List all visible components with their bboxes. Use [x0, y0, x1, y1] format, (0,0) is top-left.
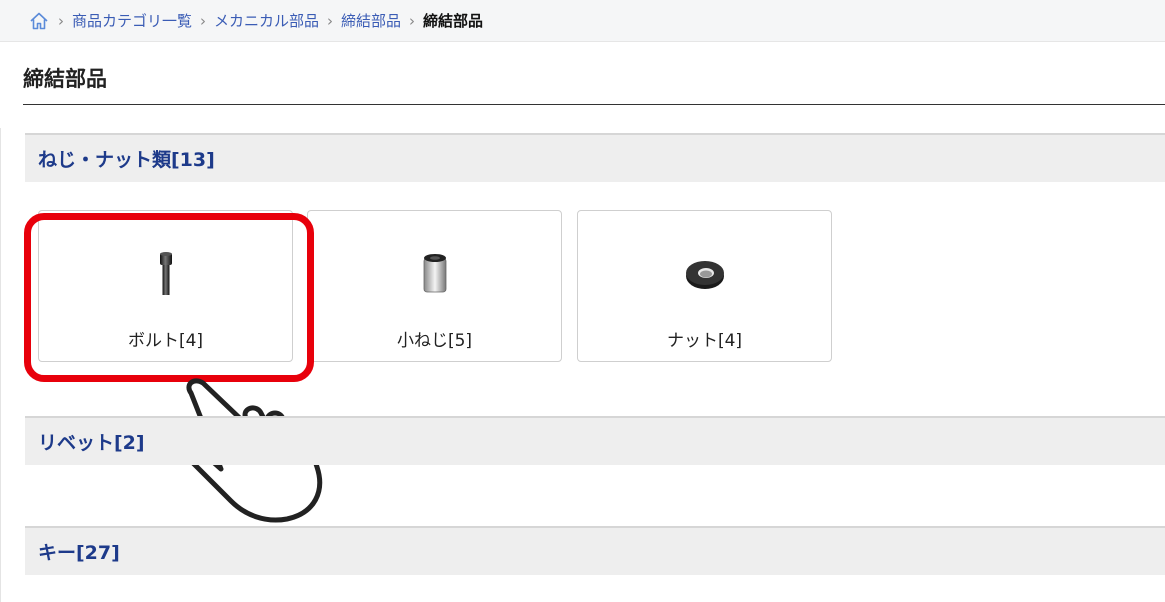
section-keys[interactable]: キー[27] [25, 526, 1165, 575]
chevron-right-icon: › [409, 11, 416, 30]
breadcrumb-link-fasteners[interactable]: 締結部品 [341, 10, 401, 31]
chevron-right-icon: › [58, 11, 64, 30]
card-label: 小ねじ[5] [396, 331, 473, 351]
category-card-bolt[interactable]: ボルト[4] [38, 210, 293, 362]
category-card-machine-screw[interactable]: 小ねじ[5] [307, 210, 562, 362]
card-label: ボルト[4] [127, 331, 204, 351]
title-divider [23, 104, 1165, 105]
category-card-nut[interactable]: ナット[4] [577, 210, 832, 362]
card-label: ナット[4] [666, 331, 743, 351]
breadcrumb-current: 締結部品 [423, 12, 484, 30]
screw-icon [405, 249, 465, 299]
chevron-right-icon: › [200, 11, 207, 30]
breadcrumb: › 商品カテゴリ一覧 › メカニカル部品 › 締結部品 › 締結部品 [0, 0, 1165, 42]
nut-icon [675, 249, 735, 299]
breadcrumb-link-categories[interactable]: 商品カテゴリ一覧 [72, 10, 192, 31]
breadcrumb-link-mechanical[interactable]: メカニカル部品 [214, 10, 319, 31]
home-icon[interactable] [28, 10, 50, 32]
bolt-icon [136, 249, 196, 299]
page-title: 締結部品 [23, 67, 107, 91]
section-screws-nuts[interactable]: ねじ・ナット類[13] [25, 133, 1165, 182]
section-rivets[interactable]: リベット[2] [25, 416, 1165, 465]
content-left-border [0, 128, 1, 602]
chevron-right-icon: › [327, 11, 334, 30]
